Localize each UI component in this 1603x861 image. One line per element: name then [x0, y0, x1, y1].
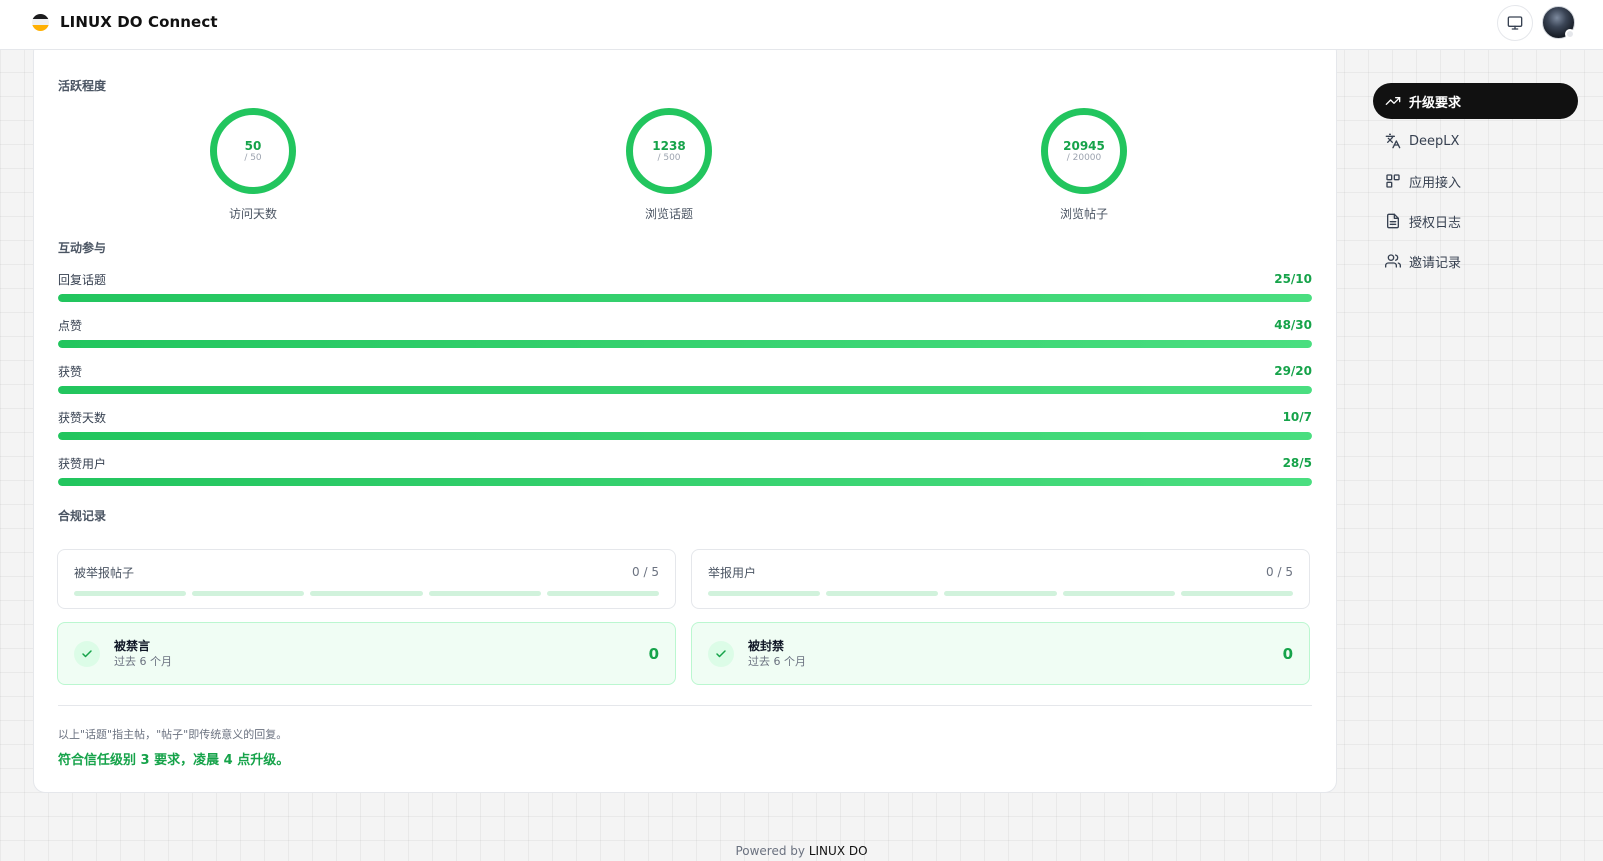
upgrade-message: 符合信任级别 3 要求，凌晨 4 点升级。: [58, 753, 290, 768]
trending-up-icon: [1385, 93, 1401, 109]
ring-value: 50: [244, 138, 262, 153]
bar-label: 获赞天数: [58, 410, 107, 425]
progress-track: [58, 386, 1312, 394]
divider: [58, 705, 1312, 706]
status-title: 被封禁: [748, 638, 785, 653]
ring-posts-viewed: 20945 / 20000 浏览帖子: [1019, 108, 1149, 222]
sidebar-item-label: 邀请记录: [1409, 255, 1462, 271]
sidebar-item-label: 应用接入: [1409, 175, 1462, 191]
monitor-icon: [1507, 16, 1523, 30]
progress-fill: [58, 386, 1312, 394]
silenced-status-box: 被禁言 过去 6 个月 0: [57, 622, 676, 685]
check-icon: [74, 640, 100, 667]
footer-prefix: Powered by: [735, 844, 805, 858]
bar-label: 点赞: [58, 318, 83, 333]
status-count: 0: [1282, 644, 1293, 663]
ring-target: / 500: [657, 152, 681, 163]
user-avatar[interactable]: [1542, 6, 1575, 39]
ring-value: 1238: [652, 138, 686, 153]
sidebar-item-auth-log[interactable]: 授权日志: [1373, 203, 1578, 239]
ring-visit-days: 50 / 50 访问天数: [188, 108, 318, 222]
progress-track: [58, 478, 1312, 486]
reported-posts-box: 被举报帖子 0 / 5: [57, 549, 676, 609]
progress-fill: [58, 432, 1312, 440]
top-bar: LINUX DO Connect: [0, 0, 1603, 50]
document-icon: [1385, 213, 1401, 229]
report-segments: [708, 591, 1294, 596]
bar-likes-given: 点赞 48/30: [58, 316, 1312, 348]
translate-icon: [1385, 133, 1401, 149]
brand-name: LINUX DO Connect: [60, 13, 218, 31]
bar-label: 获赞: [58, 364, 83, 379]
sidebar-item-label: 升级要求: [1409, 95, 1462, 111]
bar-value: 29/20: [1274, 364, 1312, 378]
sidebar-item-apps[interactable]: 应用接入: [1373, 163, 1578, 199]
status-subtitle: 过去 6 个月: [114, 654, 172, 668]
sidebar-item-label: 授权日志: [1409, 215, 1462, 231]
bar-liked-users: 获赞用户 28/5: [58, 454, 1312, 486]
compliance-section-title: 合规记录: [58, 509, 107, 523]
linux-do-logo-icon: [32, 13, 49, 31]
progress-fill: [58, 340, 1312, 348]
report-label: 举报用户: [708, 565, 757, 580]
footer: Powered by LINUX DO: [0, 844, 1603, 858]
reported-users-box: 举报用户 0 / 5: [691, 549, 1310, 609]
sidebar-item-upgrade[interactable]: 升级要求: [1373, 83, 1578, 119]
ring-value: 20945: [1063, 138, 1105, 153]
progress-track: [58, 340, 1312, 348]
activity-section-title: 活跃程度: [58, 79, 107, 93]
status-dot-icon: [1565, 29, 1575, 39]
sidebar-item-invites[interactable]: 邀请记录: [1373, 243, 1578, 279]
report-count: 0 / 5: [1266, 565, 1293, 579]
progress-ring: 1238 / 500: [626, 108, 712, 194]
suspended-status-box: 被封禁 过去 6 个月 0: [691, 622, 1310, 685]
users-icon: [1385, 253, 1401, 269]
footer-brand-link[interactable]: LINUX DO: [809, 844, 868, 858]
bar-label: 获赞用户: [58, 456, 107, 471]
bar-value: 10/7: [1282, 410, 1312, 424]
ring-target: / 20000: [1066, 152, 1102, 163]
upgrade-requirements-card: 活跃程度 50 / 50 访问天数 1238 / 500 浏览话题 20945 …: [33, 40, 1337, 793]
report-segments: [74, 591, 660, 596]
sidebar-item-deeplx[interactable]: DeepLX: [1373, 123, 1578, 159]
footnote: 以上"话题"指主帖，"帖子"即传统意义的回复。: [58, 728, 288, 741]
progress-ring: 20945 / 20000: [1041, 108, 1127, 194]
check-icon: [708, 640, 734, 667]
ring-topics-viewed: 1238 / 500 浏览话题: [604, 108, 734, 222]
bar-value: 48/30: [1274, 318, 1312, 332]
bar-label: 回复话题: [58, 272, 107, 287]
ring-target: / 50: [244, 152, 262, 163]
sidebar-item-label: DeepLX: [1409, 133, 1460, 149]
progress-ring: 50 / 50: [210, 108, 296, 194]
apps-icon: [1385, 173, 1401, 189]
progress-fill: [58, 478, 1312, 486]
bar-liked-days: 获赞天数 10/7: [58, 408, 1312, 440]
status-subtitle: 过去 6 个月: [748, 654, 806, 668]
report-count: 0 / 5: [632, 565, 659, 579]
engagement-section-title: 互动参与: [58, 241, 107, 255]
report-label: 被举报帖子: [74, 565, 135, 580]
bar-replies: 回复话题 25/10: [58, 270, 1312, 302]
ring-label: 浏览话题: [644, 207, 693, 221]
theme-toggle-button[interactable]: [1497, 5, 1533, 41]
status-title: 被禁言: [114, 638, 151, 653]
brand[interactable]: LINUX DO Connect: [32, 13, 218, 31]
bar-value: 28/5: [1282, 456, 1312, 470]
status-count: 0: [648, 644, 659, 663]
bar-value: 25/10: [1274, 272, 1312, 286]
bar-likes-received: 获赞 29/20: [58, 362, 1312, 394]
progress-track: [58, 432, 1312, 440]
ring-label: 访问天数: [228, 207, 277, 221]
progress-track: [58, 294, 1312, 302]
ring-label: 浏览帖子: [1059, 207, 1108, 221]
progress-fill: [58, 294, 1312, 302]
